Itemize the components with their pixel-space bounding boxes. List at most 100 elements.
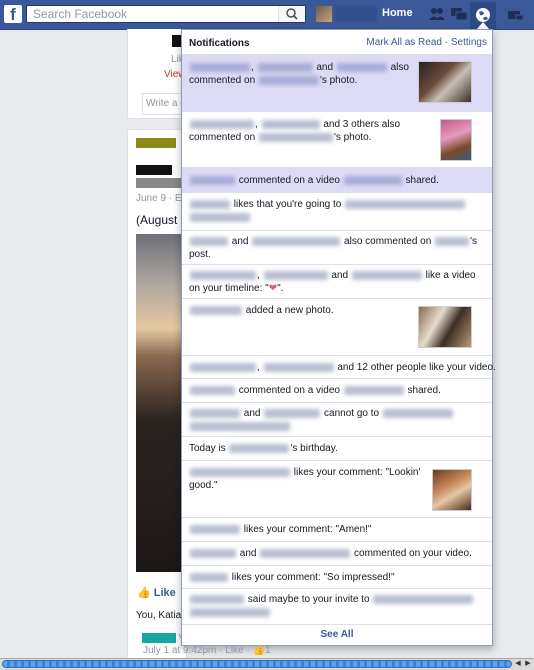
notification-thumbnail[interactable]: [418, 306, 472, 348]
blurred-name: [190, 408, 240, 418]
blurred-name: [190, 305, 242, 315]
friend-requests-button[interactable]: [428, 6, 446, 22]
comment-input-box[interactable]: Write a c: [142, 93, 186, 115]
blurred-name: [343, 175, 402, 185]
blurred-name: [190, 212, 250, 222]
search-button[interactable]: [278, 6, 305, 22]
reply-like-icon: 👍: [252, 645, 265, 656]
blurred-name: [257, 62, 313, 72]
panel-header: Notifications Mark All as Read · Setting…: [182, 30, 492, 55]
scrollbar-thumb[interactable]: [2, 660, 512, 668]
notification-text: likes that you're going to: [189, 198, 479, 224]
reply-author-avatar[interactable]: [142, 633, 176, 643]
horizontal-scrollbar[interactable]: ◀ ▶: [0, 658, 534, 670]
blurred-name: [263, 362, 334, 372]
notification-fragment: said maybe to your invite to: [247, 594, 370, 605]
blurred-name: [373, 594, 474, 604]
messages-icon: [451, 8, 468, 21]
notification-fragment: and 12 other people like your video.: [337, 362, 496, 373]
post-photo[interactable]: [136, 234, 182, 572]
notification-item[interactable]: , and like a video on your timeline: "❤"…: [182, 265, 492, 299]
settings-link[interactable]: Settings: [451, 37, 487, 48]
profile-name-link[interactable]: [335, 6, 377, 22]
search-box: [26, 5, 306, 23]
notification-fragment: ,: [257, 270, 260, 281]
panel-title: Notifications: [189, 38, 250, 49]
notification-fragment: and: [316, 62, 334, 73]
notification-fragment: commented on your video.: [354, 548, 472, 559]
notification-fragment: Today is: [189, 443, 226, 454]
notification-item[interactable]: added a new photo.: [182, 299, 492, 356]
notification-thumbnail[interactable]: [432, 469, 472, 511]
notification-text: , and also commented on 's photo.: [189, 62, 409, 86]
notification-text: commented on a video shared.: [189, 384, 489, 397]
notification-item[interactable]: commented on a video shared.: [182, 379, 492, 403]
facebook-logo-icon[interactable]: f: [4, 5, 22, 23]
notification-item[interactable]: , and 3 others also commented on 's phot…: [182, 112, 492, 168]
see-all-link[interactable]: See All: [182, 625, 492, 645]
profile-avatar[interactable]: [316, 6, 332, 22]
messages-button[interactable]: [450, 6, 468, 22]
privacy-button[interactable]: [506, 6, 524, 22]
blurred-name: [252, 236, 341, 246]
notification-fragment: ,: [255, 119, 258, 130]
post-author-name[interactable]: [136, 165, 172, 175]
notification-text: likes your comment: "So impressed!": [189, 571, 489, 584]
notification-item[interactable]: likes that you're going to: [182, 193, 492, 231]
notification-item[interactable]: , and also commented on 's photo.: [182, 55, 492, 112]
home-link[interactable]: Home: [382, 7, 413, 19]
blurred-name: [260, 548, 351, 558]
blurred-name: [190, 199, 230, 209]
notification-text: likes your comment: "Amen!": [189, 523, 489, 536]
post-likes-summary[interactable]: You, Katia: [136, 610, 181, 621]
notification-fragment: and: [239, 548, 257, 559]
scroll-left-arrow-icon[interactable]: ◀: [513, 659, 523, 669]
notification-fragment: likes your comment: "So impressed!": [231, 572, 395, 583]
notification-item[interactable]: said maybe to your invite to: [182, 589, 492, 625]
post-like-button[interactable]: 👍 Like: [137, 586, 176, 599]
post-author-avatar[interactable]: [136, 138, 176, 148]
blurred-name: [190, 270, 256, 280]
notification-thumbnail[interactable]: [418, 61, 472, 103]
notification-fragment: likes your comment: "Amen!": [243, 524, 372, 535]
blurred-name: [190, 236, 228, 246]
search-icon: [286, 8, 298, 20]
notification-fragment: ".: [277, 283, 284, 294]
friends-icon: [429, 8, 445, 20]
notification-fragment: and: [243, 408, 261, 419]
notification-item[interactable]: likes your comment: "So impressed!": [182, 566, 492, 589]
notification-item[interactable]: and commented on your video.: [182, 542, 492, 566]
feed-card-previous: Lik View Write a c: [127, 29, 187, 119]
like-label: Like: [153, 587, 176, 599]
search-input[interactable]: [27, 6, 289, 22]
blurred-name: [264, 408, 321, 418]
header-separator: ·: [441, 37, 451, 48]
comment-placeholder: Write a c: [146, 98, 186, 109]
notification-fragment: shared.: [405, 175, 439, 186]
notification-fragment: cannot go to: [324, 408, 380, 419]
privacy-icon: [508, 11, 524, 21]
notification-item[interactable]: commented on a video shared.: [182, 168, 492, 193]
notification-item[interactable]: and also commented on 's post.: [182, 231, 492, 265]
notification-text: likes your comment: "Lookin' good.": [189, 466, 425, 492]
notification-text: said maybe to your invite to: [189, 593, 479, 619]
blurred-name: [190, 385, 235, 395]
notification-item[interactable]: likes your comment: "Amen!": [182, 518, 492, 542]
notification-thumbnail[interactable]: [440, 119, 472, 161]
blurred-name: [261, 119, 320, 129]
notification-fragment: also commented on: [344, 236, 432, 247]
blurred-name: [351, 270, 422, 280]
blurred-name: [190, 548, 236, 558]
scroll-right-arrow-icon[interactable]: ▶: [523, 659, 533, 669]
notification-item[interactable]: , and 12 other people like your video.: [182, 356, 496, 379]
notification-item[interactable]: likes your comment: "Lookin' good.": [182, 461, 492, 518]
mark-all-read-link[interactable]: Mark All as Read: [366, 37, 442, 48]
blurred-name: [229, 443, 290, 453]
notification-item[interactable]: Today is 's birthday.: [182, 437, 492, 461]
notification-fragment: shared.: [407, 385, 441, 396]
blurred-name: [345, 199, 466, 209]
notification-item[interactable]: and cannot go to: [182, 403, 492, 437]
notification-text: , and 3 others also commented on 's phot…: [189, 118, 435, 144]
notification-fragment: added a new photo.: [245, 305, 334, 316]
blurred-name: [336, 62, 387, 72]
